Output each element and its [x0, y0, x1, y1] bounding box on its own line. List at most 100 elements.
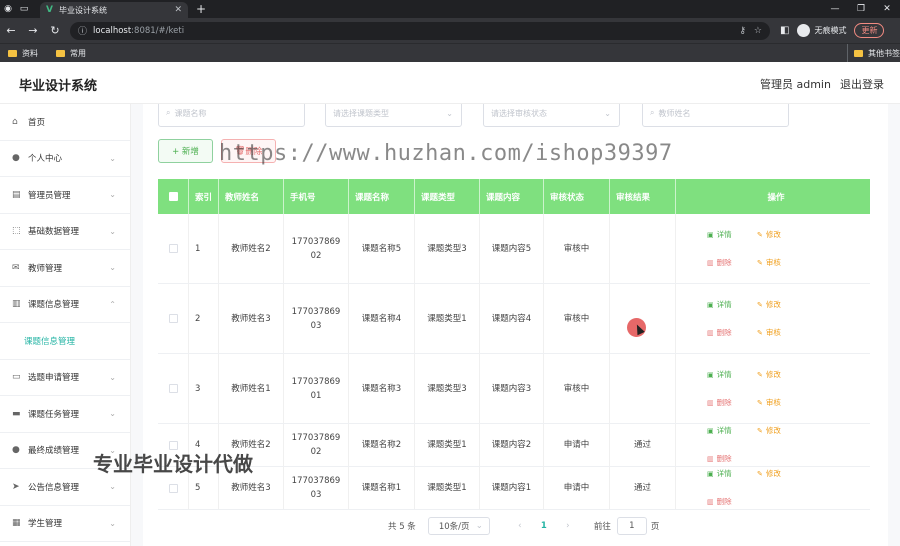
detail-button[interactable]: ▣ 详情 — [707, 460, 757, 488]
close-window-icon[interactable]: ✕ — [874, 0, 900, 18]
folder-icon — [854, 50, 863, 57]
back-icon[interactable]: ← — [0, 24, 22, 37]
prev-page-icon[interactable]: ‹ — [508, 521, 532, 531]
sidebar-item-3[interactable]: ⬚ 基础数据管理 ⌄ — [0, 214, 130, 250]
chevron-down-icon: ⌄ — [109, 372, 116, 382]
detail-label: 详情 — [716, 469, 732, 478]
detail-button[interactable]: ▣ 详情 — [707, 417, 757, 445]
delete-button[interactable]: 🗑 删除 — [221, 139, 276, 163]
edit-label: 修改 — [765, 299, 781, 309]
detail-button[interactable]: ▣ 详情 — [707, 221, 757, 249]
cell-phone-line2: 03 — [310, 320, 322, 331]
sidebar-item-label: 课题任务管理 — [28, 409, 80, 420]
address-bar[interactable]: ⓘ localhost :8081/#/keti ⚷ ☆ — [70, 21, 770, 40]
other-bookmarks[interactable]: 其他书签 — [847, 44, 900, 63]
goto-page-input[interactable]: 1 — [616, 517, 647, 535]
row-checkbox[interactable] — [168, 244, 178, 253]
row-delete-button[interactable]: ▥ 删除 — [707, 389, 757, 417]
edit-button[interactable]: ✎ 修改 — [757, 291, 807, 319]
detail-icon: ▣ — [707, 470, 714, 478]
logout-link[interactable]: 退出登录 — [840, 76, 884, 92]
message-icon: ▭ — [12, 372, 21, 383]
row-checkbox[interactable] — [168, 440, 178, 450]
bookmark-folder-0[interactable]: 资料 — [8, 48, 38, 59]
status-select[interactable]: 请选择审核状态 ⌄ — [483, 104, 620, 127]
audit-button[interactable]: ✎ 审核 — [757, 319, 807, 347]
cell-result: 通过 — [610, 467, 676, 509]
cell-phone-line2: 02 — [310, 447, 322, 457]
minimize-icon[interactable]: — — [822, 0, 848, 18]
cell-content: 课题内容3 — [480, 354, 544, 423]
update-button[interactable]: 更新 — [854, 23, 885, 38]
edit-button[interactable]: ✎ 修改 — [757, 460, 807, 488]
forward-icon[interactable]: → — [22, 24, 44, 37]
sidebar-item-4[interactable]: ✉ 教师管理 ⌄ — [0, 250, 130, 287]
page-number[interactable]: 1 — [532, 521, 556, 531]
header-status: 审核状态 — [544, 179, 610, 214]
chevron-down-icon: ⌄ — [446, 108, 453, 118]
trash-icon: ▥ — [707, 498, 714, 506]
header-phone: 手机号 — [284, 179, 349, 214]
edit-button[interactable]: ✎ 修改 — [757, 221, 807, 249]
bookmark-folder-1[interactable]: 常用 — [56, 48, 86, 59]
edit-button[interactable]: ✎ 修改 — [757, 417, 807, 445]
side-panel-icon[interactable]: ◧ — [780, 25, 789, 36]
mail-icon: ✉ — [12, 262, 20, 273]
trash-icon: ▥ — [707, 398, 714, 407]
row-checkbox[interactable] — [168, 384, 178, 393]
folder-icon — [8, 49, 17, 57]
row-delete-button[interactable]: ▥ 删除 — [707, 249, 757, 277]
sidebar-item-7[interactable]: ▭ 选题申请管理 ⌄ — [0, 360, 130, 396]
sidebar-item-0[interactable]: ⌂ 首页 — [0, 104, 130, 141]
cell-type: 课题类型1 — [415, 424, 480, 466]
sidebar-item-8[interactable]: ▬ 课题任务管理 ⌄ — [0, 396, 130, 433]
browser-tab[interactable]: V 毕业设计系统 ✕ — [40, 2, 188, 18]
audit-label: 审核 — [765, 327, 781, 337]
sidebar-item-2[interactable]: ▤ 管理员管理 ⌄ — [0, 177, 130, 214]
row-delete-button[interactable]: ▥ 删除 — [707, 319, 757, 347]
password-key-icon[interactable]: ⚷ — [739, 26, 746, 36]
detail-button[interactable]: ▣ 详情 — [707, 361, 757, 389]
detail-button[interactable]: ▣ 详情 — [707, 291, 757, 319]
restore-icon[interactable]: ❐ — [848, 0, 874, 18]
folder-icon — [56, 49, 65, 57]
header-type: 课题类型 — [415, 179, 480, 214]
cell-result — [610, 284, 676, 353]
audit-button[interactable]: ✎ 审核 — [757, 389, 807, 417]
add-button[interactable]: + 新增 — [158, 139, 213, 163]
sidebar-item-9[interactable]: ● 最终成绩管理 ⌄ — [0, 433, 130, 469]
row-checkbox[interactable] — [168, 314, 178, 323]
edit-icon: ✎ — [757, 370, 763, 379]
sidebar-item-10[interactable]: ➤ 公告信息管理 ⌄ — [0, 469, 130, 506]
reload-icon[interactable]: ↻ — [44, 24, 66, 37]
delete-label: 删除 — [716, 257, 732, 267]
sidebar-item-11[interactable]: ▦ 学生管理 ⌄ — [0, 506, 130, 542]
row-checkbox[interactable] — [168, 483, 178, 493]
edit-button[interactable]: ✎ 修改 — [757, 361, 807, 389]
cell-teacher: 教师姓名3 — [219, 467, 284, 509]
select-all-checkbox[interactable] — [168, 192, 178, 201]
row-delete-button[interactable]: ▥ 删除 — [707, 488, 757, 516]
tab-list-icon[interactable]: ▭ — [16, 0, 32, 18]
chevron-down-icon: ⌄ — [109, 482, 116, 492]
audit-button[interactable]: ✎ 审核 — [757, 249, 807, 277]
sidebar-item-5[interactable]: ▥ 课题信息管理 ⌃ — [0, 287, 130, 323]
browser-menu-icon[interactable]: ◉ — [0, 0, 16, 18]
header-title: 课题名称 — [349, 179, 415, 214]
cell-index: 5 — [189, 467, 219, 509]
close-tab-icon[interactable]: ✕ — [174, 5, 182, 15]
next-page-icon[interactable]: › — [556, 521, 580, 531]
sidebar-subitem-topic-info[interactable]: 课题信息管理 — [0, 323, 130, 360]
bookmark-star-icon[interactable]: ☆ — [754, 26, 762, 36]
detail-icon: ▣ — [707, 230, 714, 239]
type-select[interactable]: 请选择课题类型 ⌄ — [325, 104, 462, 127]
table-row: 3 教师姓名1 177037869 01 课题名称3 课题类型3 课题内容3 审核中 ▣ 详情 ✎ 修… — [158, 354, 870, 424]
teacher-search-input[interactable]: ⌕ 教师姓名 — [642, 104, 789, 127]
title-search-input[interactable]: ⌕ 课题名称 — [158, 104, 305, 127]
detail-icon: ▣ — [707, 300, 714, 309]
sidebar-item-1[interactable]: ● 个人中心 ⌄ — [0, 141, 130, 177]
header-content: 课题内容 — [480, 179, 544, 214]
page-size-select[interactable]: 10条/页 ⌄ — [427, 517, 490, 535]
new-tab-icon[interactable]: + — [196, 2, 206, 16]
site-info-icon[interactable]: ⓘ — [78, 24, 87, 37]
